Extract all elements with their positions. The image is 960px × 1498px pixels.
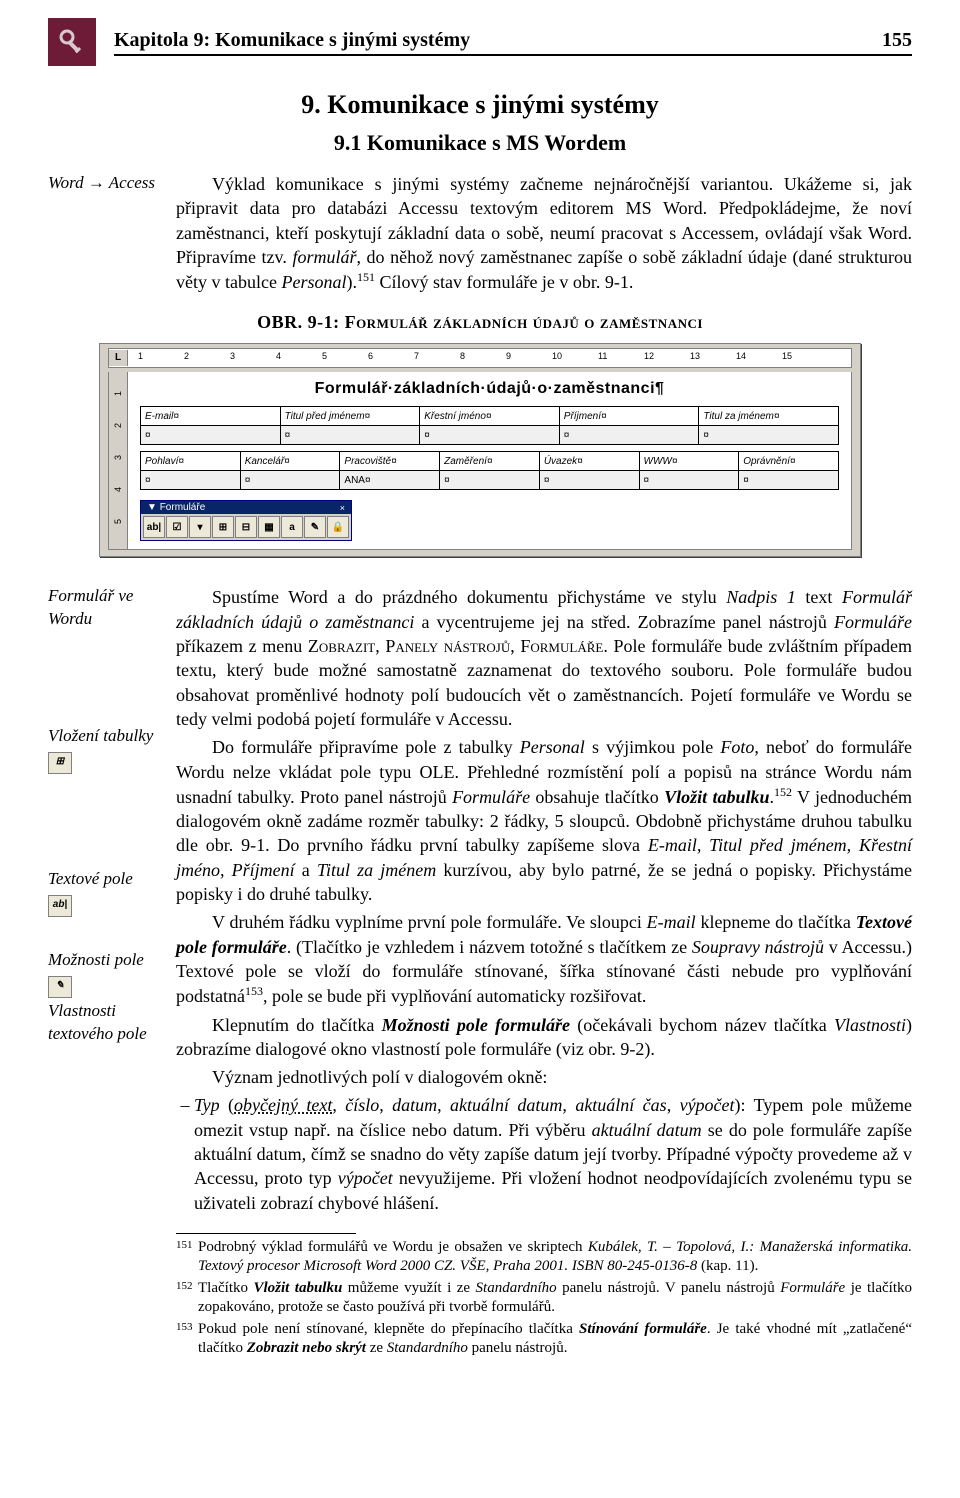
toolbar-button[interactable]: 🔒 (327, 516, 349, 538)
document-heading: Formulář·základních·údajů·o·zaměstnanci (140, 380, 839, 398)
paragraph-6: Význam jednotlivých polí v dialogovém ok… (176, 1065, 912, 1089)
margin-note-vlozeni: Vložení tabulky (48, 725, 158, 748)
footnotes: 151Podrobný výklad formulářů ve Wordu je… (176, 1238, 912, 1359)
margin-note-vlastnosti: Vlastnosti textového pole (48, 1000, 158, 1046)
chapter-title: Kapitola 9: Komunikace s jinými systémy (114, 29, 470, 52)
field-options-icon: ✎ (48, 976, 72, 998)
page-number: 155 (882, 29, 912, 52)
list-item: Typ (obyčejný text, číslo, datum, aktuál… (194, 1093, 912, 1214)
page-header: Kapitola 9: Komunikace s jinými systémy … (48, 18, 912, 66)
toolbar-button[interactable]: ▾ (189, 516, 211, 538)
toolbar-button[interactable]: a (281, 516, 303, 538)
paragraph-3: Do formuláře připravíme pole z tabulky P… (176, 735, 912, 906)
toolbar-button[interactable]: ☑ (166, 516, 188, 538)
margin-note-word-access: Word → Access (48, 172, 158, 195)
horizontal-ruler: L 123456789101112131415 (108, 348, 852, 368)
paragraph-2: Spustíme Word a do prázdného dokumentu p… (176, 585, 912, 731)
subsection-title: 9.1 Komunikace s MS Wordem (48, 130, 912, 156)
form-table-1: E-mailTitul před jménemKřestní jménoPříj… (140, 406, 839, 445)
insert-table-icon: ⊞ (48, 752, 72, 774)
close-icon[interactable]: × (340, 503, 345, 513)
ruler-tab-indicator: L (109, 350, 128, 366)
toolbar-button[interactable]: ✎ (304, 516, 326, 538)
toolbar-button[interactable]: ab| (143, 516, 165, 538)
margin-note-moznosti: Možnosti pole (48, 949, 158, 972)
toolbar-button[interactable]: ⊟ (235, 516, 257, 538)
margin-note-textove: Textové pole (48, 868, 158, 891)
vertical-ruler: 1 2 3 4 5 (109, 372, 128, 549)
text-field-icon: ab| (48, 895, 72, 917)
section-title: 9. Komunikace s jinými systémy (48, 90, 912, 120)
bullet-list: Typ (obyčejný text, číslo, datum, aktuál… (176, 1093, 912, 1214)
paragraph-1: Výklad komunikace s jinými systémy začne… (176, 172, 912, 294)
margin-note-formular: Formulář ve Wordu (48, 585, 158, 631)
footnote-separator (176, 1233, 356, 1234)
paragraph-4: V druhém řádku vyplníme první pole formu… (176, 910, 912, 1008)
key-icon (48, 18, 96, 66)
form-table-2: PohlavíKancelářPracovištěZaměřeníÚvazekW… (140, 451, 839, 490)
figure-caption: OBR. 9-1: Formulář základních údajů o za… (48, 312, 912, 333)
paragraph-5: Klepnutím do tlačítka Možnosti pole form… (176, 1013, 912, 1062)
word-screenshot: L 123456789101112131415 1 2 3 4 5 Formul… (99, 343, 861, 557)
toolbar-button[interactable]: ⊞ (212, 516, 234, 538)
toolbar-button[interactable]: ▦ (258, 516, 280, 538)
forms-toolbar: ▼ Formuláře × ab|☑▾⊞⊟▦a✎🔒 (140, 500, 352, 541)
